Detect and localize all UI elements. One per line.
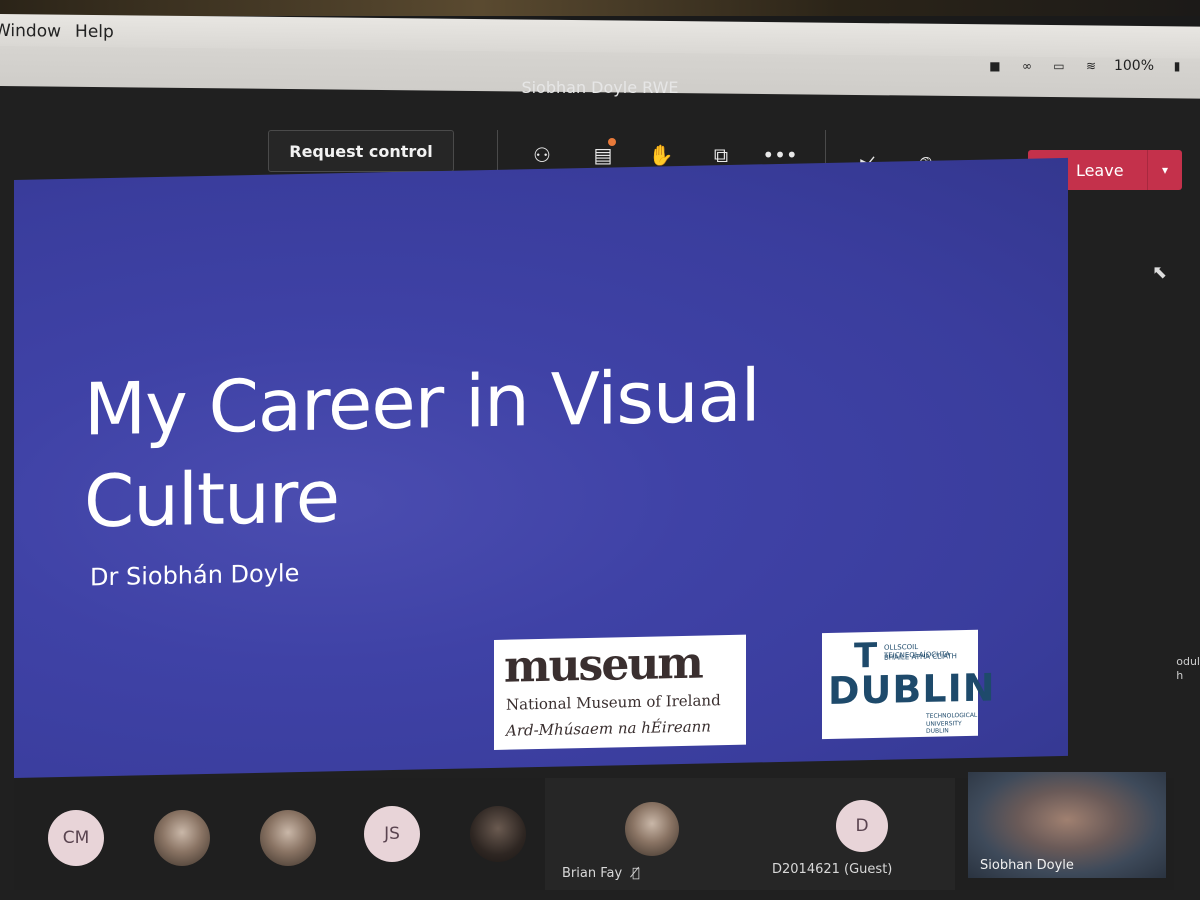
battery-percent: 100%: [1113, 58, 1154, 74]
chat-icon[interactable]: ▤: [588, 138, 618, 170]
side-peek-line2: h: [1176, 669, 1184, 682]
participant-avatar[interactable]: CM: [48, 810, 104, 866]
people-icon[interactable]: ⚇: [527, 140, 557, 170]
participant-name: Brian Fay: [562, 866, 623, 881]
slide-title: My Career in Visual Culture: [84, 345, 984, 548]
photo-edge: [0, 0, 1200, 16]
airplay-icon[interactable]: ▭: [1050, 59, 1068, 73]
menu-window[interactable]: Window: [0, 21, 75, 42]
chat-notification-dot: [608, 138, 616, 146]
participant-avatar[interactable]: [625, 802, 679, 856]
participant-avatar[interactable]: [260, 810, 316, 866]
creative-cloud-icon[interactable]: ∞: [1018, 59, 1036, 73]
tu-logo-small3: TECHNOLOGICAL: [926, 711, 978, 720]
mouse-pointer-icon: ⬉: [1152, 262, 1168, 283]
participant-avatar[interactable]: D: [836, 800, 888, 852]
slide-subtitle: Dr Siobhán Doyle: [90, 559, 300, 592]
system-tray: ■ ∞ ▭ ≋ 100% ▮: [986, 58, 1186, 74]
museum-logo: museum National Museum of Ireland Ard-Mh…: [494, 634, 746, 750]
mic-off-icon: 🎙̸: [632, 866, 640, 881]
tu-logo-dublin: DUBLIN: [828, 665, 996, 713]
participant-name: D2014621 (Guest): [772, 862, 893, 877]
leave-label: Leave: [1075, 160, 1124, 180]
museum-logo-line3: Ard-Mhúsaem na hÉireann: [506, 717, 711, 740]
side-peek-line1: odul: [1176, 655, 1200, 668]
wifi-icon[interactable]: ≋: [1082, 59, 1100, 73]
tu-logo-small2: BHAILE ÁTHA CLIATH: [884, 652, 957, 662]
tu-dublin-logo: T OLLSCOIL TEICNEOLAÍOCHTA BHAILE ÁTHA C…: [822, 629, 996, 740]
request-control-button[interactable]: Request control: [268, 130, 454, 172]
museum-logo-word: museum: [504, 637, 702, 693]
toolbar-divider: [497, 130, 498, 174]
participant-avatar[interactable]: [470, 806, 526, 862]
menu-help[interactable]: Help: [75, 22, 128, 43]
shared-slide: My Career in Visual Culture Dr Siobhán D…: [14, 157, 1068, 778]
participant-avatar[interactable]: [154, 810, 210, 866]
battery-icon[interactable]: ▮: [1168, 59, 1186, 73]
chevron-down-icon[interactable]: ▾: [1147, 150, 1182, 190]
window-title: Siobhan Doyle RWE: [521, 78, 679, 97]
slide-title-line2: Culture: [84, 454, 340, 544]
camera-icon[interactable]: ■: [986, 59, 1004, 73]
side-peek-text: odul h: [1176, 655, 1200, 683]
self-video-name: Siobhan Doyle: [980, 858, 1074, 873]
participant-avatar[interactable]: JS: [364, 806, 420, 862]
museum-logo-line2: National Museum of Ireland: [506, 691, 721, 714]
tu-logo-small4: UNIVERSITY DUBLIN: [926, 720, 962, 735]
